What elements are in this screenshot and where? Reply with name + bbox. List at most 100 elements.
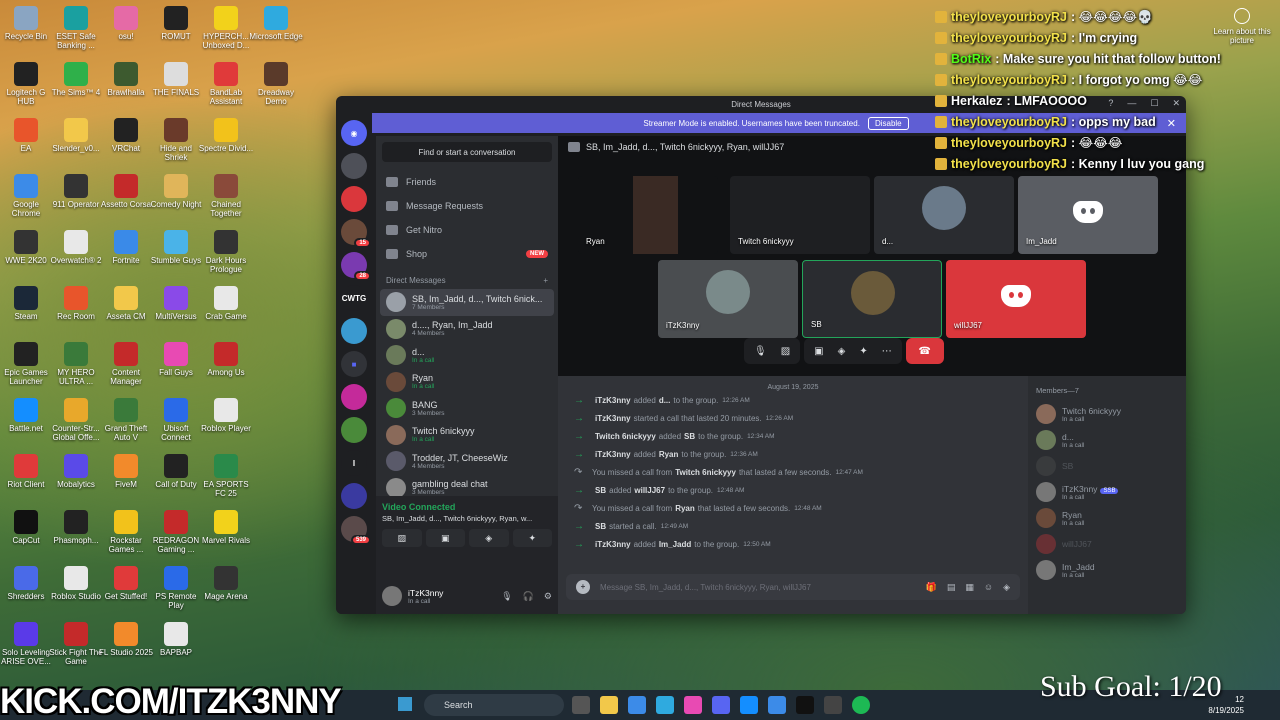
obs-icon[interactable] [796, 696, 814, 714]
dm-item[interactable]: BANG 3 Members [380, 395, 554, 422]
desktop-icon[interactable]: Crab Game [198, 282, 254, 321]
activity-icon[interactable]: ◈ [838, 346, 846, 357]
screen-share-icon[interactable]: ▣ [814, 346, 823, 357]
target[interactable]: willJJ67 [634, 486, 665, 495]
video-tile[interactable]: Im_Jadd [1018, 176, 1158, 254]
task-view-icon[interactable] [572, 696, 590, 714]
end-call-button[interactable]: ☎ [905, 338, 944, 364]
desktop-icon[interactable]: PS Remote Play [148, 562, 204, 610]
actor[interactable]: iTzK3nny [595, 396, 631, 405]
nav-item[interactable]: Shop NEW [376, 242, 558, 266]
desktop-icon[interactable]: Call of Duty [148, 450, 204, 489]
dm-item[interactable]: Twitch 6nickyyy In a call [380, 422, 554, 449]
copilot-icon[interactable] [684, 696, 702, 714]
desktop-icon[interactable]: Overwatch® 2 [48, 226, 104, 265]
desktop-icon[interactable]: Mobalytics [48, 450, 104, 489]
disable-button[interactable]: Disable [867, 116, 909, 130]
target[interactable]: Im_Jadd [659, 540, 691, 549]
server-icon[interactable] [341, 384, 367, 410]
desktop-icon[interactable]: HYPERCH... Unboxed D... [198, 2, 254, 50]
desktop-icon[interactable]: Epic Games Launcher [0, 338, 54, 386]
dm-item[interactable]: d...., Ryan, Im_Jadd 4 Members [380, 316, 554, 343]
desktop-icon[interactable]: Marvel Rivals [198, 506, 254, 545]
desktop-icon[interactable]: EA SPORTS FC 25 [198, 450, 254, 498]
desktop-icon[interactable]: Comedy Night [148, 170, 204, 209]
desktop-icon[interactable]: BAPBAP [148, 618, 204, 657]
member-item[interactable]: willJJ67 [1036, 531, 1186, 557]
actor[interactable]: SB [595, 522, 606, 531]
nav-item[interactable]: Get Nitro [376, 218, 558, 242]
desktop-icon[interactable]: ROMUT [148, 2, 204, 41]
desktop-icon[interactable]: Riot Client [0, 450, 54, 489]
desktop-icon[interactable]: CapCut [0, 506, 54, 545]
folder-icon[interactable]: ■ [341, 351, 367, 377]
desktop-icon[interactable]: Assetto Corsa [98, 170, 154, 209]
mic-icon[interactable]: 🎙 [501, 591, 512, 602]
desktop-icon[interactable]: Fortnite [98, 226, 154, 265]
desktop-icon[interactable]: FiveM [98, 450, 154, 489]
desktop-icon[interactable]: Ubisoft Connect [148, 394, 204, 442]
desktop-icon[interactable]: MultiVersus [148, 282, 204, 321]
desktop-icon[interactable]: ESET Safe Banking ... [48, 2, 104, 50]
file-explorer-icon[interactable] [600, 696, 618, 714]
screen-share-button[interactable]: ▣ [425, 529, 465, 547]
nav-item[interactable]: Message Requests [376, 194, 558, 218]
desktop-icon[interactable]: Dreadway Demo [248, 58, 304, 106]
desktop-icon[interactable]: Phasmoph... [48, 506, 104, 545]
desktop-icon[interactable]: The Sims™ 4 [48, 58, 104, 97]
member-item[interactable]: Im_Jadd In a call [1036, 557, 1186, 583]
target[interactable]: d... [659, 396, 671, 405]
emoji-icon[interactable]: ☺ [984, 582, 993, 593]
member-item[interactable]: d... In a call [1036, 427, 1186, 453]
start-icon[interactable] [398, 697, 412, 711]
desktop-icon[interactable]: Roblox Player [198, 394, 254, 433]
desktop-icon[interactable]: THE FINALS [148, 58, 204, 97]
desktop-icon[interactable]: Mage Arena [198, 562, 254, 601]
desktop-icon[interactable]: Steam [0, 282, 54, 321]
dm-item[interactable]: SB, Im_Jadd, d..., Twitch 6nick... 7 Memb… [380, 289, 554, 316]
desktop-icon[interactable]: Grand Theft Auto V [98, 394, 154, 442]
activity-button[interactable]: ◈ [469, 529, 509, 547]
desktop-icon[interactable]: FL Studio 2025 [98, 618, 154, 657]
actor[interactable]: iTzK3nny [595, 414, 631, 423]
server-icon[interactable] [341, 153, 367, 179]
desktop-icon[interactable]: Solo Leveling ARISE OVE... [0, 618, 54, 666]
desktop-icon[interactable]: Hide and Shriek [148, 114, 204, 162]
target[interactable]: Ryan [659, 450, 679, 459]
app-icon[interactable] [824, 696, 842, 714]
desktop-icon[interactable]: Stick Fight The Game [48, 618, 104, 666]
desktop-icon[interactable]: Recycle Bin [0, 2, 54, 41]
soundboard-icon[interactable]: ✦ [859, 346, 867, 357]
desktop-icon[interactable]: Battle.net [0, 394, 54, 433]
desktop-icon[interactable]: BandLab Assistant [198, 58, 254, 106]
video-tile[interactable]: iTzK3nny [658, 260, 798, 338]
desktop-icon[interactable]: Fall Guys [148, 338, 204, 377]
actor[interactable]: SB [595, 486, 606, 495]
member-item[interactable]: Ryan In a call [1036, 505, 1186, 531]
desktop-icon[interactable]: Chained Together [198, 170, 254, 218]
actor[interactable]: iTzK3nny [595, 450, 631, 459]
desktop-icon[interactable]: Roblox Studio [48, 562, 104, 601]
message-composer[interactable]: + Message SB, Im_Jadd, d..., Twitch 6nic… [566, 574, 1020, 600]
desktop-icon[interactable]: EA [0, 114, 54, 153]
desktop-icon[interactable]: MY HERO ULTRA ... [48, 338, 104, 386]
taskbar-search[interactable]: Search [424, 694, 564, 716]
server-icon[interactable]: 15 [341, 219, 371, 248]
desktop-icon[interactable]: Rockstar Games ... [98, 506, 154, 554]
target[interactable]: Ryan [675, 504, 695, 513]
settings-icon[interactable]: ⚙ [544, 591, 552, 602]
activity-icon[interactable]: ◈ [1003, 582, 1010, 593]
dm-home-icon[interactable]: ◉ [341, 120, 367, 146]
desktop-icon[interactable]: 911 Operator [48, 170, 104, 209]
desktop-icon[interactable]: osu! [98, 2, 154, 41]
dm-item[interactable]: Ryan In a call [380, 369, 554, 396]
desktop-icon[interactable]: Google Chrome [0, 170, 54, 218]
desktop-icon[interactable]: Dark Hours Prologue [198, 226, 254, 274]
server-icon[interactable] [341, 483, 367, 509]
sticker-icon[interactable]: ▦ [965, 582, 974, 593]
server-icon[interactable] [341, 417, 367, 443]
server-icon[interactable] [341, 186, 367, 212]
dm-item[interactable]: d... In a call [380, 342, 554, 369]
desktop-icon[interactable]: WWE 2K20 [0, 226, 54, 265]
more-icon[interactable]: ⋯ [882, 346, 892, 357]
